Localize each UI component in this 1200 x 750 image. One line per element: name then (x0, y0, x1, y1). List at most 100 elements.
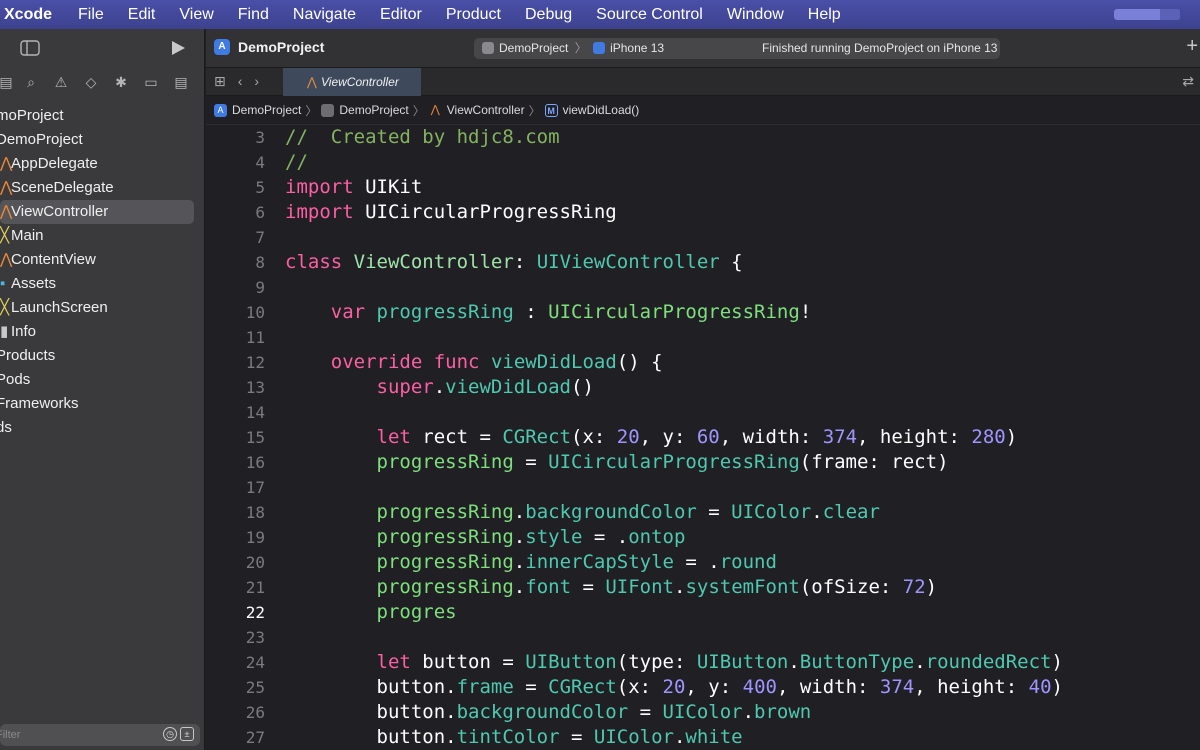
code-line[interactable]: 19 progressRing.style = .ontop (206, 525, 1200, 550)
code-line[interactable]: 11 (206, 325, 1200, 350)
code-line[interactable]: 20 progressRing.innerCapStyle = .round (206, 550, 1200, 575)
debug-navigator-icon[interactable]: ✱ (106, 74, 136, 91)
code-line[interactable]: 3 // Created by hdjc8.com (206, 125, 1200, 150)
code-text: button.frame = CGRect(x: 20, y: 400, wid… (285, 676, 1063, 698)
code-line[interactable]: 24 let button = UIButton(type: UIButton.… (206, 650, 1200, 675)
line-number: 21 (245, 578, 265, 597)
code-line[interactable]: 15 let rect = CGRect(x: 20, y: 60, width… (206, 425, 1200, 450)
code-text: let rect = CGRect(x: 20, y: 60, width: 3… (376, 426, 1018, 448)
breakpoint-navigator-icon[interactable]: ▭ (136, 74, 166, 91)
tree-item-frameworks[interactable]: Frameworks (0, 392, 204, 416)
refresh-icon[interactable]: ⇄ (1182, 73, 1194, 90)
source-editor[interactable]: 3 // Created by hdjc8.com 4 // 5 import UIKit… (206, 125, 1200, 750)
code-line[interactable]: 7 (206, 225, 1200, 250)
tree-item-label: Products (0, 347, 56, 364)
code-line[interactable]: 13 super.viewDidLoad() (206, 375, 1200, 400)
add-icon[interactable]: + (1186, 35, 1198, 58)
navigator-filter-input[interactable]: Filter ◷ ± (0, 724, 200, 746)
menu-product[interactable]: Product (446, 6, 501, 24)
chevron-right-icon[interactable]: › (254, 73, 259, 90)
tree-item-pods[interactable]: Pods (0, 368, 204, 392)
chevron-left-icon[interactable]: ‹ (238, 73, 243, 90)
code-text: button.tintColor = UIColor.white (285, 726, 743, 748)
activity-viewer[interactable]: DemoProject 〉 iPhone 13 Finished running… (474, 38, 1000, 59)
test-navigator-icon[interactable]: ◇ (76, 74, 106, 91)
tree-item-viewcontroller[interactable]: ⋀ViewController (0, 200, 194, 224)
code-text: var progressRing : UICircularProgressRin… (330, 301, 812, 323)
code-line[interactable]: 5 import UIKit (206, 175, 1200, 200)
filter-placeholder: Filter (0, 729, 21, 741)
line-number: 4 (255, 153, 265, 172)
line-number: 10 (245, 303, 265, 322)
menu-source-control[interactable]: Source Control (596, 6, 703, 24)
device-name: iPhone 13 (610, 41, 665, 55)
tree-item-contentview[interactable]: ⋀ContentView (0, 248, 204, 272)
related-items-icon[interactable]: ⊞ (214, 73, 226, 90)
code-text: progressRing.style = .ontop (376, 526, 686, 548)
menu-navigate[interactable]: Navigate (293, 6, 356, 24)
method-icon: M (544, 103, 558, 117)
tree-item-group[interactable]: DemoProject (0, 128, 204, 152)
breadcrumb-project[interactable]: A DemoProject (214, 103, 301, 117)
sidebar-toggle-icon[interactable] (20, 40, 40, 56)
issue-navigator-icon[interactable]: ⚠ (46, 74, 76, 91)
code-line[interactable]: 14 (206, 400, 1200, 425)
code-line[interactable]: 6 import UICircularProgressRing (206, 200, 1200, 225)
window-toolbar: A DemoProject DemoProject 〉 iPhone 13 Fi… (206, 29, 1200, 68)
find-navigator-icon[interactable]: ⌕ (16, 74, 46, 91)
tree-item-appdelegate[interactable]: ⋀AppDelegate (0, 152, 204, 176)
tree-item-products[interactable]: Products (0, 344, 204, 368)
code-text: class ViewController: UIViewController { (285, 251, 743, 273)
tree-item-scenedelegate[interactable]: ⋀SceneDelegate (0, 176, 204, 200)
line-number: 24 (245, 653, 265, 672)
line-number: 16 (245, 453, 265, 472)
menu-view[interactable]: View (179, 6, 213, 24)
tree-item-launchscreen[interactable]: ╳ LaunchScreen (0, 296, 204, 320)
menu-find[interactable]: Find (238, 6, 269, 24)
swift-file-icon: ⋀ (0, 155, 13, 172)
tree-item-label: Pods (0, 371, 31, 388)
menu-debug[interactable]: Debug (525, 6, 572, 24)
assets-icon: ▪ (0, 275, 6, 292)
code-line[interactable]: 21 progressRing.font = UIFont.systemFont… (206, 575, 1200, 600)
recent-files-icon[interactable]: ◷ (163, 727, 177, 741)
code-line[interactable]: 16 progressRing = UICircularProgressRing… (206, 450, 1200, 475)
tree-item-main[interactable]: ╳ Main (0, 224, 204, 248)
tree-item-ds[interactable]: ds (0, 416, 204, 440)
tree-item-project[interactable]: moProject (0, 104, 204, 128)
code-line[interactable]: 18 progressRing.backgroundColor = UIColo… (206, 500, 1200, 525)
code-line[interactable]: 27 button.tintColor = UIColor.white (206, 725, 1200, 750)
device-icon (593, 42, 606, 54)
code-line[interactable]: 12 override func viewDidLoad() { (206, 350, 1200, 375)
code-line[interactable]: 26 button.backgroundColor = UIColor.brow… (206, 700, 1200, 725)
code-line[interactable]: 23 (206, 625, 1200, 650)
menu-help[interactable]: Help (808, 6, 841, 24)
breadcrumb-file[interactable]: ⋀ ViewController (429, 103, 525, 117)
filter-options-icon[interactable]: ± (180, 727, 194, 741)
tree-item-info[interactable]: ▮ Info (0, 320, 204, 344)
menu-app-name[interactable]: Xcode (4, 6, 52, 24)
code-line[interactable]: 4 // (206, 150, 1200, 175)
report-navigator-icon[interactable]: ▤ (166, 74, 196, 91)
breadcrumb-group[interactable]: DemoProject (321, 103, 409, 117)
line-number: 25 (245, 678, 265, 697)
code-line[interactable]: 25 button.frame = CGRect(x: 20, y: 400, … (206, 675, 1200, 700)
code-line[interactable]: 22 progres (206, 600, 1200, 625)
code-line[interactable]: 17 (206, 475, 1200, 500)
code-line[interactable]: 10 var progressRing : UICircularProgress… (206, 300, 1200, 325)
tree-item-label: Main (11, 227, 44, 244)
menu-edit[interactable]: Edit (128, 6, 156, 24)
menu-file[interactable]: File (78, 6, 104, 24)
run-icon[interactable] (170, 40, 186, 56)
menu-editor[interactable]: Editor (380, 6, 422, 24)
scheme-selector[interactable]: DemoProject 〉 iPhone 13 (482, 38, 664, 59)
battery-icon[interactable] (1114, 9, 1180, 20)
breadcrumb-method[interactable]: MviewDidLoad() (544, 103, 639, 117)
code-line[interactable]: 8 class ViewController: UIViewController … (206, 250, 1200, 275)
project-navigator-icon[interactable]: ▤ (0, 74, 16, 91)
tree-item-assets[interactable]: ▪ Assets (0, 272, 204, 296)
menu-window[interactable]: Window (727, 6, 784, 24)
navigator-tabs: ▤ ⌕ ⚠ ◇ ✱ ▭ ▤ (0, 68, 204, 96)
tab-viewcontroller[interactable]: ⋀ ViewController (283, 68, 421, 96)
code-line[interactable]: 9 (206, 275, 1200, 300)
